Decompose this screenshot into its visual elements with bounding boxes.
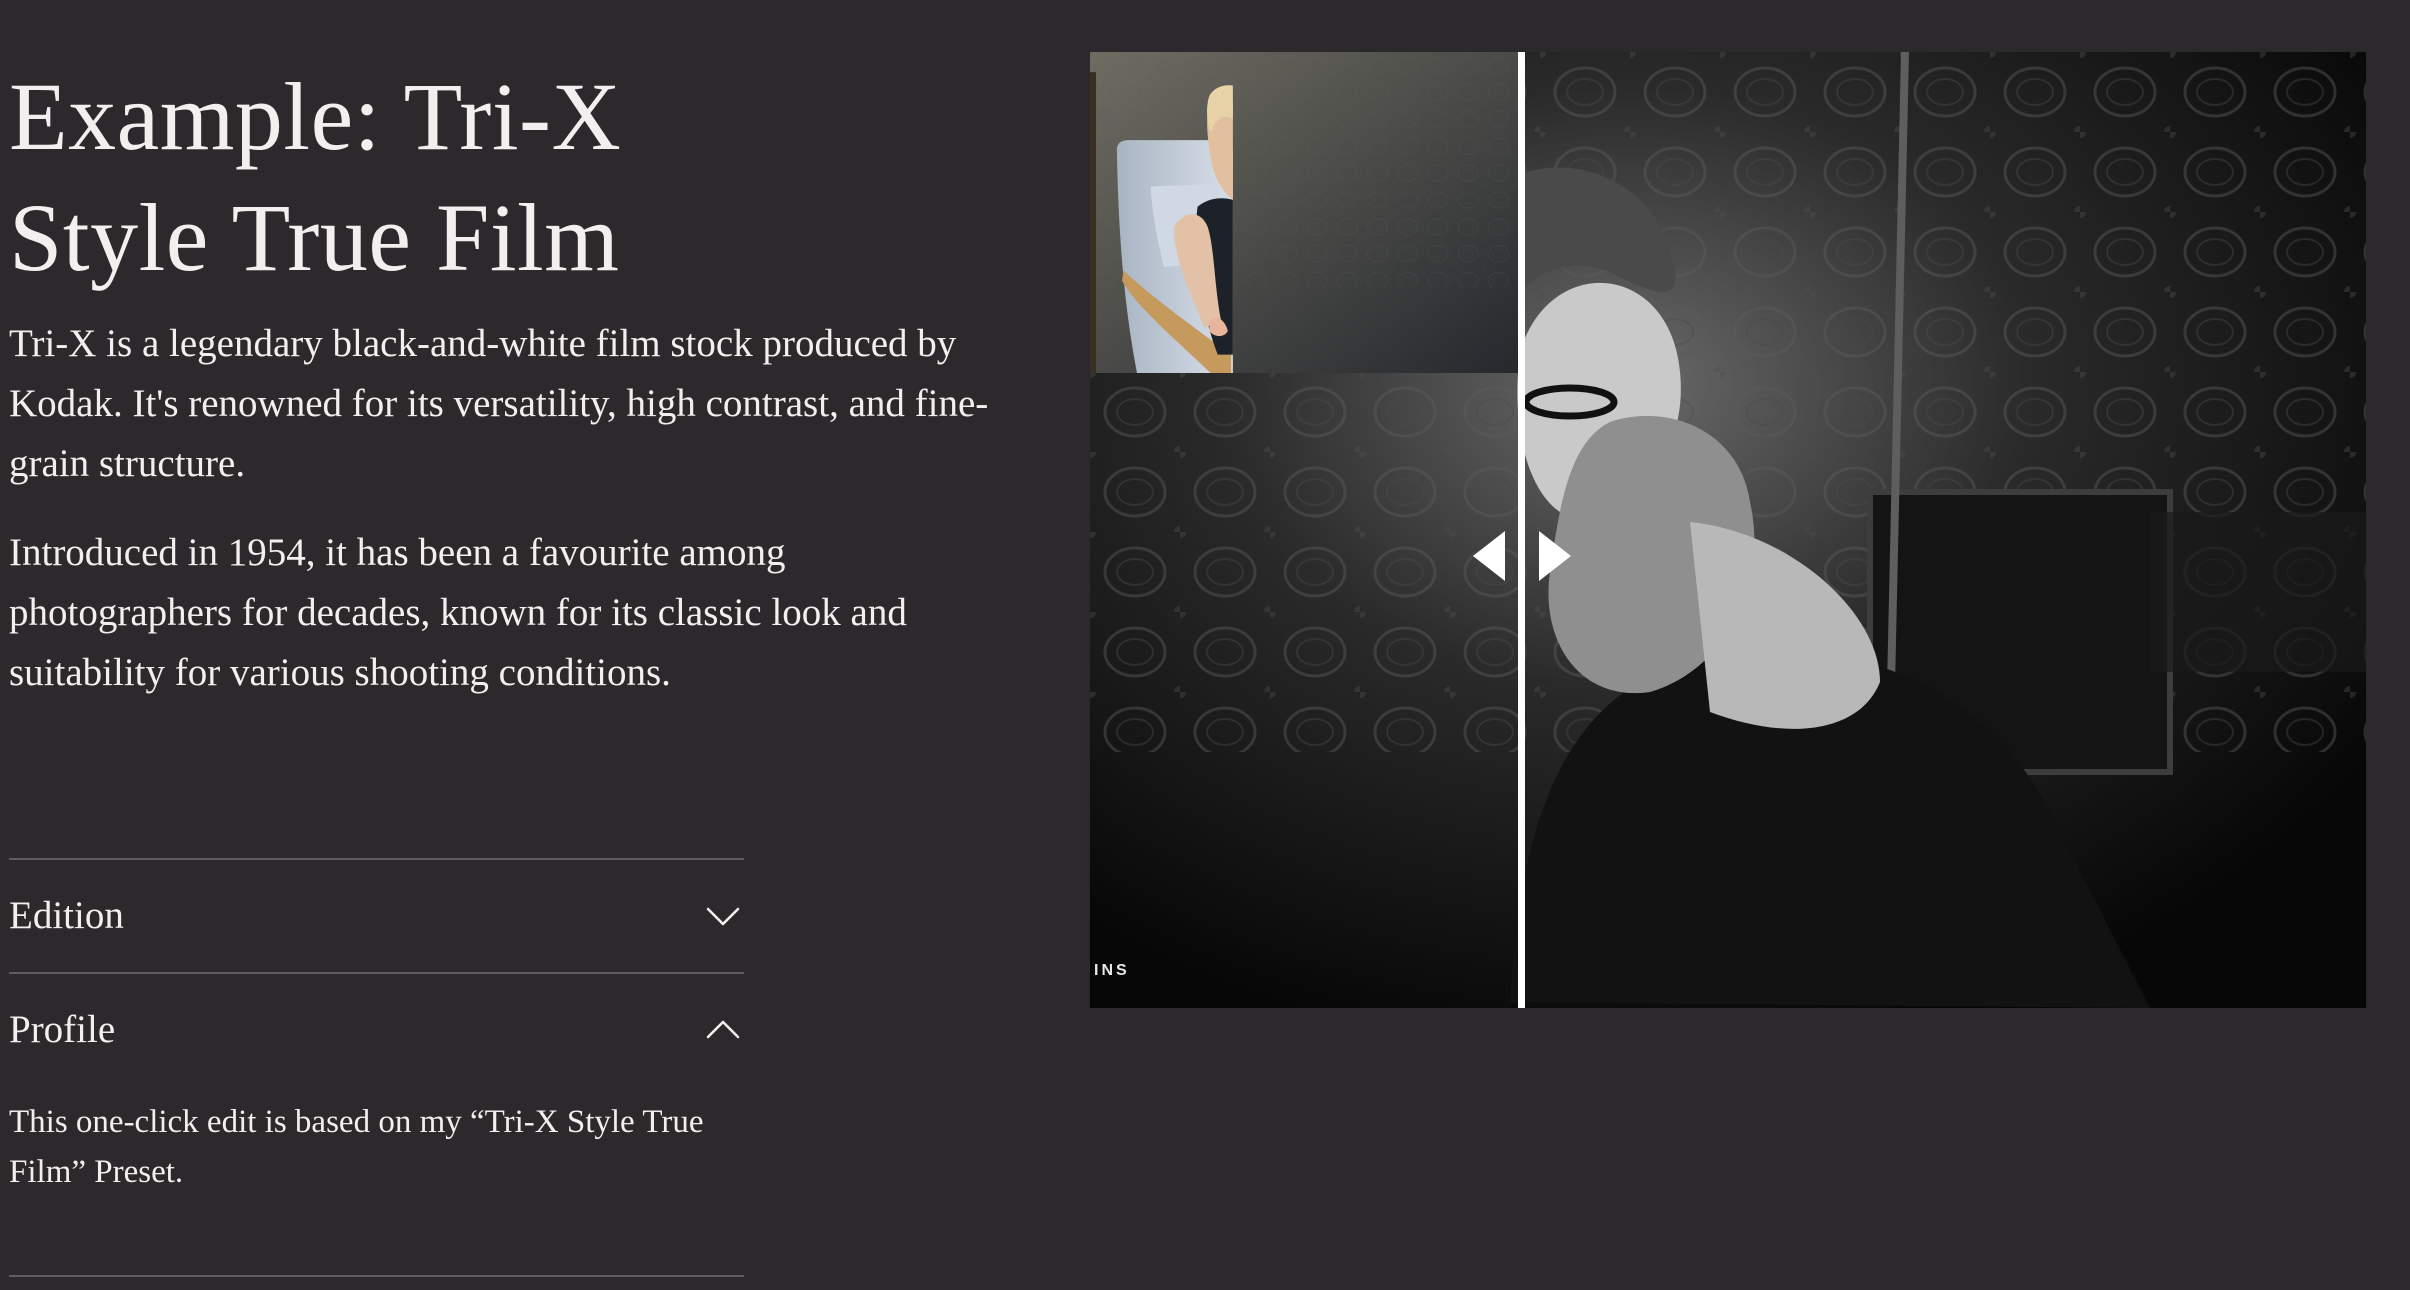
- accordion-profile-label: Profile: [9, 1007, 116, 1051]
- before-photo-clip: INS: [1090, 52, 1519, 1008]
- accordion-profile-content: This one-click edit is based on my “Tri-…: [9, 1104, 704, 1190]
- title-line-2: Style True Film: [9, 184, 620, 291]
- description-paragraph-1: Tri-X is a legendary black-and-white fil…: [9, 322, 989, 485]
- description-paragraph-2: Introduced in 1954, it has been a favour…: [9, 531, 907, 694]
- before-photo-color: [1090, 52, 1519, 374]
- chevron-down-icon: [706, 907, 740, 926]
- accordion-profile-header[interactable]: Profile: [9, 974, 744, 1086]
- chevron-up-icon: [706, 1020, 740, 1039]
- before-image-watermark: INS: [1094, 962, 1130, 979]
- before-after-image-comparison[interactable]: INS: [1090, 52, 2366, 1008]
- left-right-arrows-icon[interactable]: [1470, 528, 1574, 584]
- details-accordion: Edition Profile This one-click edit is b…: [9, 858, 744, 1277]
- accordion-edition-header[interactable]: Edition: [9, 860, 744, 972]
- accordion-edition-label: Edition: [9, 893, 124, 937]
- title-line-1: Example: Tri-X: [9, 63, 622, 170]
- page-title: Example: Tri-X Style True Film: [9, 56, 829, 298]
- accordion-divider: [9, 1275, 744, 1277]
